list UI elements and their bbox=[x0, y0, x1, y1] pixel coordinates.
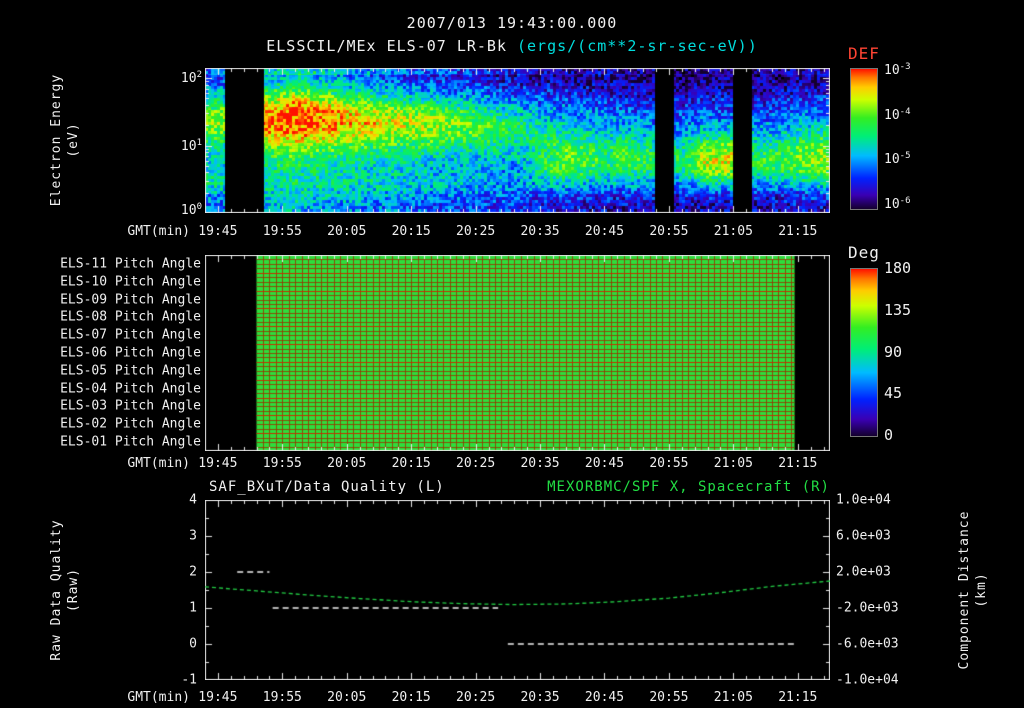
bottom-left-axis-label: Raw Data Quality (Raw) bbox=[46, 390, 86, 708]
bottom-right-axis-label-line2: (km) bbox=[974, 572, 989, 608]
time-tick-label: 19:55 bbox=[262, 456, 302, 471]
quality-tick-label: 2 bbox=[189, 564, 197, 580]
time-tick-label: 20:05 bbox=[327, 690, 367, 705]
plot-page: 2007/013 19:43:00.000 ELSSCIL/MEx ELS-07… bbox=[0, 0, 1024, 708]
time-tick-label: 20:25 bbox=[456, 224, 496, 239]
time-tick-label: 19:45 bbox=[198, 224, 238, 239]
pitch-angle-panel bbox=[205, 255, 830, 451]
time-tick-label: 20:15 bbox=[391, 224, 431, 239]
bottom-right-axis-label: Component Distance (km) bbox=[954, 390, 994, 708]
time-tick-label: 20:15 bbox=[391, 690, 431, 705]
time-tick-label: 20:55 bbox=[649, 690, 689, 705]
bottom-right-axis-label-line1: Component Distance bbox=[957, 510, 973, 670]
quality-tick-label: 4 bbox=[189, 492, 197, 508]
time-tick-label: 20:15 bbox=[391, 456, 431, 471]
time-tick-label: 19:45 bbox=[198, 456, 238, 471]
bottom-left-axis-label-line2: (Raw) bbox=[66, 567, 81, 613]
electron-energy-spectrogram bbox=[205, 68, 830, 213]
time-axis-labels-bottom: 19:45 19:55 20:05 20:15 20:25 20:35 20:45 20:55… bbox=[0, 690, 1024, 706]
time-tick-label: 19:45 bbox=[198, 690, 238, 705]
time-tick-label: 20:25 bbox=[456, 690, 496, 705]
time-tick-label: 20:35 bbox=[520, 456, 560, 471]
time-tick-label: 19:55 bbox=[262, 690, 302, 705]
time-tick-label: 21:15 bbox=[778, 690, 818, 705]
distance-tick-label: 2.0e+03 bbox=[836, 564, 891, 580]
quality-distance-plot bbox=[205, 500, 830, 680]
time-tick-label: 20:05 bbox=[327, 224, 367, 239]
time-tick-label: 20:35 bbox=[520, 690, 560, 705]
quality-tick-label: -1 bbox=[181, 672, 197, 688]
bottom-chart-right-title: MEXORBMC/SPF X, Spacecraft (R) bbox=[547, 479, 830, 495]
quality-tick-label: 1 bbox=[189, 600, 197, 616]
plot-title-units: (ergs/(cm**2-sr-sec-eV)) bbox=[517, 37, 758, 55]
time-tick-label: 21:05 bbox=[713, 690, 753, 705]
plot-title-instrument: ELSSCIL/MEx ELS-07 LR-Bk bbox=[266, 37, 507, 55]
bottom-chart-left-title: SAF_BXuT/Data Quality (L) bbox=[209, 479, 445, 495]
quality-tick-label: 3 bbox=[189, 528, 197, 544]
distance-tick-label: -1.0e+04 bbox=[836, 672, 899, 688]
distance-tick-label: 6.0e+03 bbox=[836, 528, 891, 544]
time-tick-label: 21:05 bbox=[713, 456, 753, 471]
time-tick-label: 19:55 bbox=[262, 224, 302, 239]
time-tick-label: 20:45 bbox=[584, 690, 625, 705]
time-tick-label: 20:45 bbox=[584, 224, 625, 239]
time-tick-label: 20:55 bbox=[649, 456, 689, 471]
time-tick-label: 20:45 bbox=[584, 456, 625, 471]
bottom-right-tick-labels: 1.0e+04 6.0e+03 2.0e+03 -2.0e+03 -6.0e+03 -1.… bbox=[836, 0, 926, 708]
quality-tick-label: 0 bbox=[189, 636, 197, 652]
time-tick-label: 20:55 bbox=[649, 224, 689, 239]
bottom-left-tick-labels: 4 3 2 1 0 -1 bbox=[150, 0, 197, 708]
time-tick-label: 20:05 bbox=[327, 456, 367, 471]
distance-tick-label: 1.0e+04 bbox=[836, 492, 891, 508]
time-tick-label: 21:15 bbox=[778, 224, 818, 239]
time-tick-label: 20:25 bbox=[456, 456, 496, 471]
time-tick-label: 20:35 bbox=[520, 224, 560, 239]
time-tick-label: 21:05 bbox=[713, 224, 753, 239]
distance-tick-label: -2.0e+03 bbox=[836, 600, 899, 616]
time-tick-label: 21:15 bbox=[778, 456, 818, 471]
bottom-left-axis-label-line1: Raw Data Quality bbox=[49, 519, 65, 661]
distance-tick-label: -6.0e+03 bbox=[836, 636, 899, 652]
